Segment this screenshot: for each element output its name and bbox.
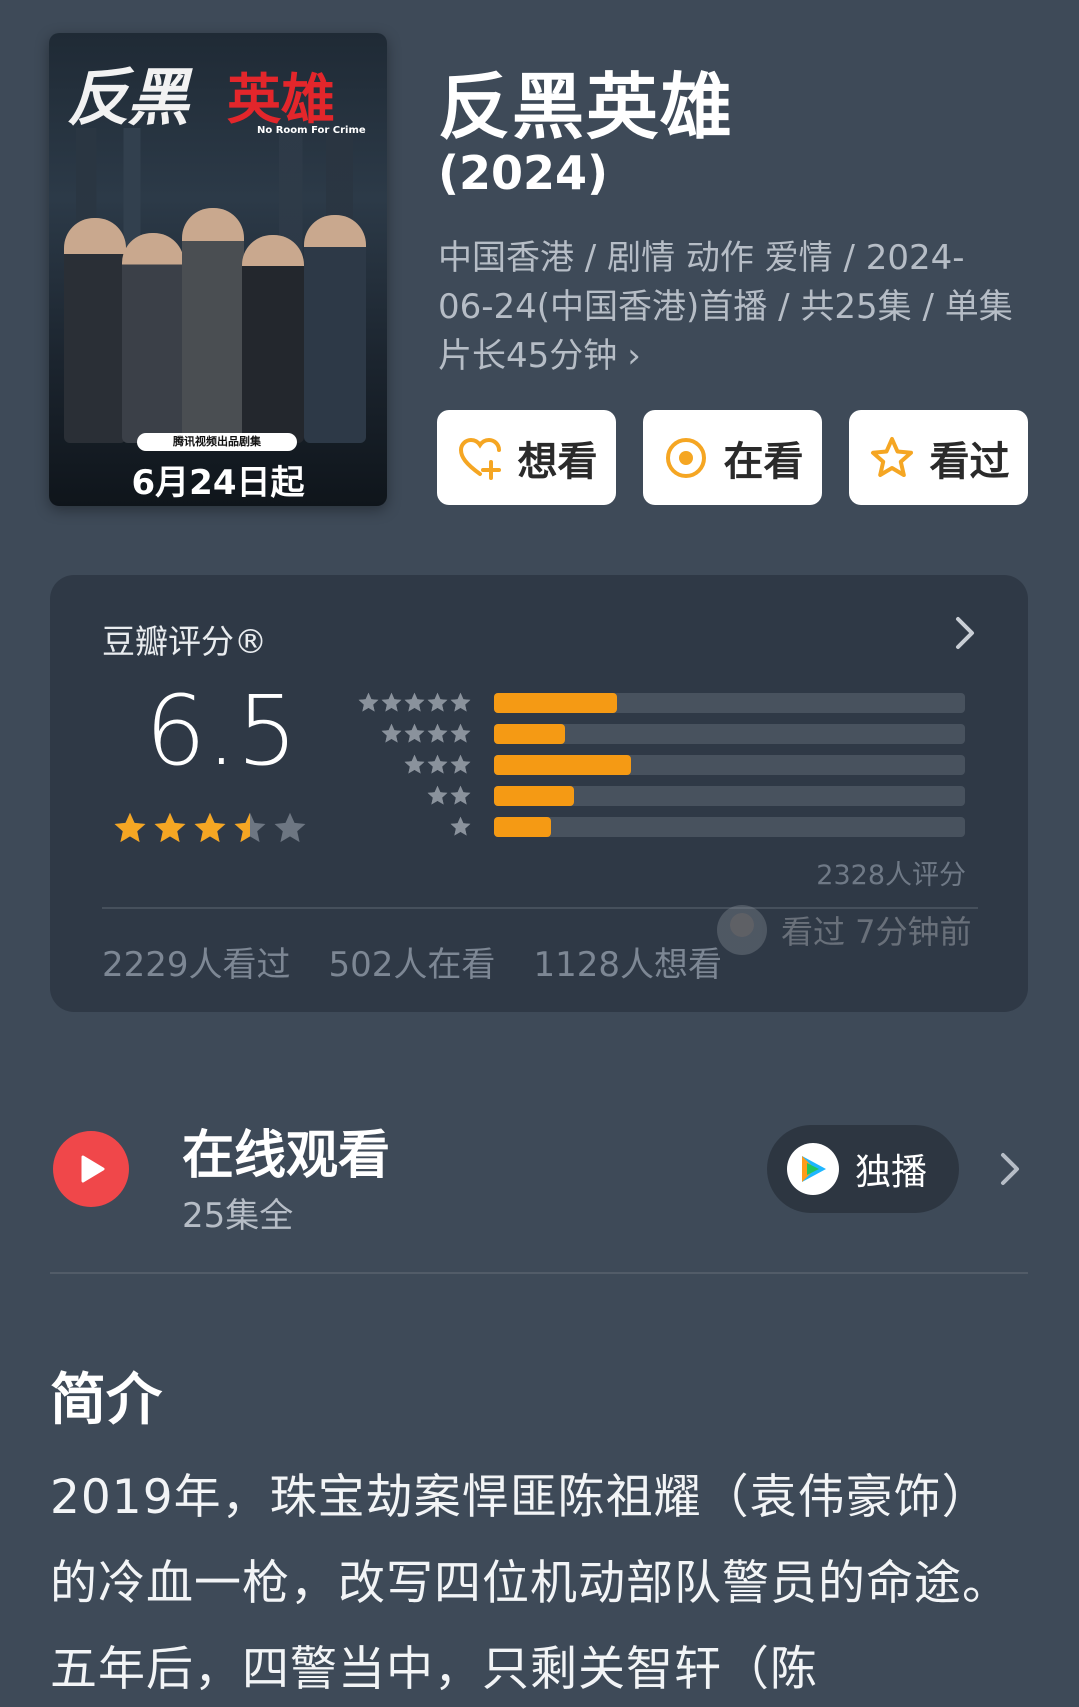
synopsis-text: 2019年，珠宝劫案悍匪陈祖耀（袁伟豪饰）的冷血一枪，改写四位机动部队警员的命途… — [50, 1470, 1010, 1697]
section-divider — [50, 1272, 1028, 1274]
watching-button[interactable]: 在看 — [643, 410, 822, 505]
distribution-track — [494, 816, 965, 837]
rating-count: 2328人评分 — [816, 860, 966, 891]
star-icon — [194, 812, 226, 843]
distribution-track — [494, 692, 965, 713]
poster-image[interactable]: 反黑 英雄 No Room For Crime 腾讯视频出品剧集 6月24日起 — [49, 33, 387, 506]
star-icon — [428, 785, 448, 805]
star-icon — [451, 754, 471, 774]
star-icon — [359, 692, 379, 712]
star-icon — [428, 723, 448, 743]
avatar — [717, 905, 767, 955]
chevron-right-icon[interactable] — [952, 613, 978, 653]
star-icon — [451, 785, 471, 805]
target-icon — [665, 437, 706, 478]
row-stars — [355, 815, 472, 838]
distribution-track — [494, 785, 965, 806]
cast-figure — [122, 233, 184, 443]
audience-stats: 2229人看过 502人在看 1128人想看 — [102, 937, 722, 986]
star-icon — [234, 812, 266, 843]
poster-premiere-date: 6月24日起 — [131, 463, 305, 503]
rating-distribution — [355, 687, 965, 842]
star-outline-icon — [870, 436, 913, 477]
cast-figure — [242, 235, 304, 443]
play-triangle-icon — [81, 1155, 105, 1183]
row-stars — [355, 753, 472, 776]
release-year: (2024) — [438, 146, 609, 200]
distribution-track — [494, 723, 965, 744]
cast-figure — [304, 215, 366, 443]
star-icon — [274, 812, 306, 843]
star-icon — [405, 692, 425, 712]
star-icon — [451, 816, 471, 836]
rating-distribution-row — [355, 811, 965, 842]
row-stars — [355, 722, 472, 745]
heart-plus-icon — [458, 437, 501, 480]
chevron-right-icon[interactable] — [998, 1150, 1022, 1188]
rating-distribution-row — [355, 718, 965, 749]
tencent-video-icon — [787, 1143, 839, 1195]
rating-card[interactable]: 豆瓣评分® 6.5 2328人评分 看过 7分钟前 2229人看过 502人在看… — [50, 575, 1028, 1012]
star-icon — [382, 692, 402, 712]
poster-title-part1: 反黑 — [67, 61, 189, 134]
distribution-bar — [494, 754, 631, 775]
page-title: 反黑英雄 — [438, 65, 735, 149]
poster-producer: 腾讯视频出品剧集 — [137, 433, 297, 451]
row-stars — [355, 691, 472, 714]
activity-text: 看过 7分钟前 — [781, 913, 972, 951]
rating-stars — [112, 810, 308, 846]
online-watch-title[interactable]: 在线观看 — [182, 1113, 390, 1188]
poster-title-part2: 英雄 — [227, 68, 335, 131]
distribution-bar — [494, 785, 575, 806]
star-icon — [451, 723, 471, 743]
meta-info[interactable]: 中国香港 / 剧情 动作 爱情 / 2024-06-24(中国香港)首播 / 共… — [438, 234, 1018, 381]
distribution-track — [494, 754, 965, 775]
star-icon — [405, 754, 425, 774]
cast-figure — [64, 218, 126, 443]
rating-distribution-row — [355, 780, 965, 811]
poster-english-title: No Room For Crime — [257, 125, 366, 136]
want-label: 想看 — [517, 438, 598, 485]
watched-button[interactable]: 看过 — [849, 410, 1028, 505]
rating-score: 6.5 — [145, 675, 298, 787]
star-icon — [428, 754, 448, 774]
star-icon — [382, 723, 402, 743]
douban-rating-label: 豆瓣评分® — [102, 622, 267, 661]
star-icon — [451, 692, 471, 712]
play-icon[interactable] — [53, 1131, 129, 1207]
watched-count[interactable]: 2229人看过 — [102, 937, 291, 986]
synopsis-title: 简介 — [50, 1368, 162, 1433]
watched-label: 看过 — [929, 438, 1010, 485]
want-count[interactable]: 1128人想看 — [533, 937, 722, 986]
want-to-watch-button[interactable]: 想看 — [437, 410, 616, 505]
friend-activity: 看过 7分钟前 — [717, 905, 972, 955]
poster-cast — [64, 193, 372, 443]
distribution-bar — [494, 816, 551, 837]
watching-count[interactable]: 502人在看 — [329, 937, 496, 986]
rating-distribution-row — [355, 749, 965, 780]
distribution-bar — [494, 692, 617, 713]
rating-distribution-row — [355, 687, 965, 718]
star-icon — [154, 812, 186, 843]
exclusive-label: 独播 — [855, 1152, 928, 1193]
distribution-bar — [494, 723, 565, 744]
row-stars — [355, 784, 472, 807]
watching-label: 在看 — [723, 438, 804, 485]
episode-count: 25集全 — [182, 1196, 294, 1236]
star-icon — [114, 812, 146, 843]
meta-text: 中国香港 / 剧情 动作 爱情 / 2024-06-24(中国香港)首播 / 共… — [438, 238, 1013, 376]
star-icon — [428, 692, 448, 712]
cast-figure — [182, 208, 244, 443]
chevron-right-icon: › — [627, 336, 641, 376]
movie-detail-page: 反黑 英雄 No Room For Crime 腾讯视频出品剧集 6月24日起 … — [0, 0, 1079, 1707]
exclusive-platform-button[interactable]: 独播 — [767, 1125, 959, 1213]
star-icon — [405, 723, 425, 743]
